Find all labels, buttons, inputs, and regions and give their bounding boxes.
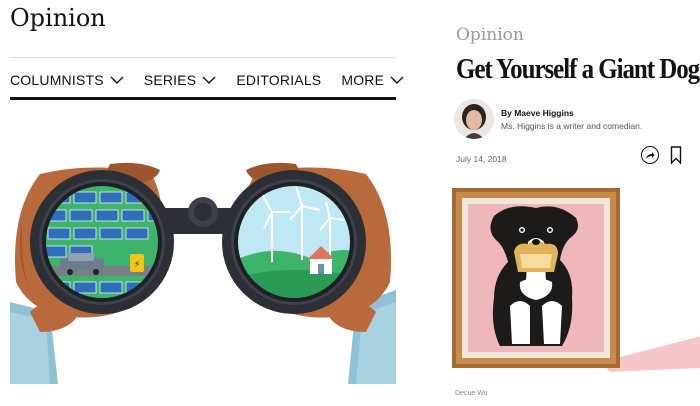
author-avatar[interactable] — [454, 99, 494, 139]
nav-columnists[interactable]: COLUMNISTS — [10, 72, 124, 88]
nav-label: MORE — [341, 72, 385, 88]
share-icon — [646, 151, 655, 159]
article-kicker[interactable]: Opinion — [456, 25, 524, 45]
article-headline: Get Yourself a Giant Dog — [456, 53, 700, 85]
chevron-down-icon — [110, 76, 124, 84]
section-title[interactable]: Opinion — [10, 4, 106, 32]
nav-label: SERIES — [143, 72, 197, 88]
nav-label: EDITORIALS — [236, 72, 322, 88]
article-page: Opinion Get Yourself a Giant Dog By Maev… — [440, 0, 700, 406]
share-button[interactable] — [641, 146, 659, 164]
article-byline[interactable]: By Maeve Higgins — [501, 108, 574, 118]
chevron-down-icon — [390, 76, 404, 84]
binoculars-illustration[interactable]: ⚡ — [10, 162, 396, 384]
nav-label: COLUMNISTS — [10, 72, 104, 88]
nav-editorials[interactable]: EDITORIALS — [236, 72, 321, 88]
publish-date: July 14, 2018 — [456, 154, 507, 164]
section-nav: COLUMNISTS SERIES EDITORIALS MORE — [10, 66, 404, 94]
dog-portrait-illustration[interactable] — [450, 186, 700, 372]
divider — [10, 57, 396, 58]
nav-bottom-rule — [10, 97, 396, 100]
bookmark-icon[interactable] — [670, 146, 682, 164]
chevron-down-icon — [202, 76, 216, 84]
author-bio: Ms. Higgins is a writer and comedian. — [501, 121, 643, 131]
svg-text:⚡: ⚡ — [134, 260, 140, 270]
nav-series[interactable]: SERIES — [144, 72, 217, 88]
opinion-section-page: Opinion COLUMNISTS SERIES EDITORIALS MOR… — [0, 0, 410, 406]
nav-more[interactable]: MORE — [341, 72, 404, 88]
image-credit: Decue Wu — [455, 390, 488, 397]
